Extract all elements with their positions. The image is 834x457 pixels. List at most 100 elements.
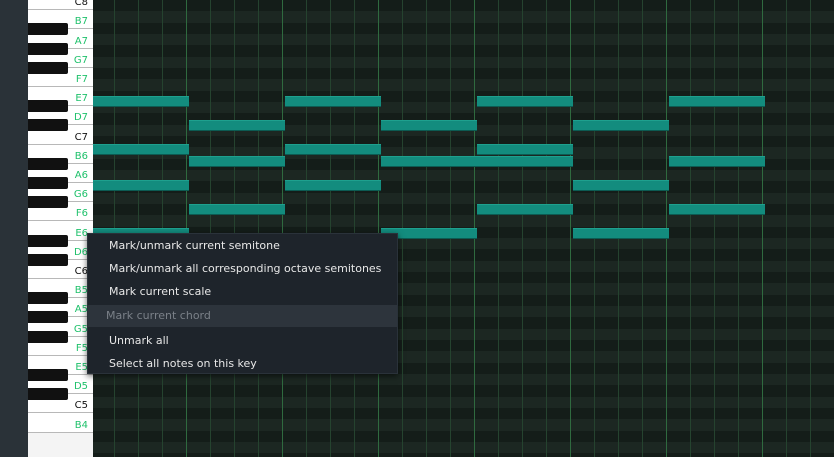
piano-key-label: E7: [75, 93, 88, 105]
piano-black-key[interactable]: [28, 369, 68, 381]
piano-black-key[interactable]: [28, 177, 68, 189]
piano-key-label: C5: [74, 400, 88, 412]
grid-row: [93, 11, 834, 23]
piano-black-key[interactable]: [28, 253, 68, 266]
grid-row: [93, 396, 834, 408]
grid-row: [93, 33, 834, 46]
piano-key-label: B5: [74, 285, 88, 297]
grid-line: [546, 0, 547, 457]
grid-row: [93, 373, 834, 386]
grid-row: [93, 169, 834, 182]
grid-row: [93, 79, 834, 91]
midi-note[interactable]: [669, 204, 765, 215]
midi-note[interactable]: [573, 228, 669, 239]
menu-item-select-notes-on-key[interactable]: Select all notes on this key: [88, 353, 397, 375]
grid-row: [93, 45, 834, 57]
grid-line: [738, 0, 739, 457]
piano-key-b4[interactable]: B4: [28, 413, 93, 433]
grid-row: [93, 135, 834, 148]
menu-item-mark-chord: Mark current chord: [88, 305, 397, 327]
menu-item-mark-scale[interactable]: Mark current scale: [88, 281, 397, 303]
piano-black-key[interactable]: [28, 234, 68, 247]
grid-line: [354, 0, 355, 457]
midi-note[interactable]: [573, 120, 669, 131]
piano-black-key[interactable]: [28, 42, 68, 55]
piano-black-key[interactable]: [28, 388, 68, 401]
grid-row: [93, 430, 834, 442]
piano-key-label: F7: [75, 73, 88, 85]
grid-line: [282, 0, 283, 457]
piano-key-label: C8: [74, 0, 88, 9]
midi-note[interactable]: [285, 96, 381, 107]
midi-note[interactable]: [669, 96, 765, 107]
piano-black-key[interactable]: [28, 61, 68, 74]
piano-black-key[interactable]: [28, 330, 68, 343]
midi-note[interactable]: [477, 96, 573, 107]
grid-line: [762, 0, 763, 457]
piano-black-key[interactable]: [28, 196, 68, 209]
piano-roll-grid[interactable]: [93, 0, 834, 457]
piano-black-key[interactable]: [28, 157, 68, 170]
grid-line: [810, 0, 811, 457]
midi-note[interactable]: [573, 180, 669, 191]
piano-key-label: A7: [74, 35, 88, 47]
grid-row: [93, 215, 834, 227]
midi-note[interactable]: [93, 144, 189, 155]
piano-key-label: C7: [74, 131, 88, 143]
midi-note[interactable]: [669, 156, 765, 167]
piano-black-key[interactable]: [28, 119, 68, 132]
menu-item-unmark-all[interactable]: Unmark all: [88, 330, 397, 352]
midi-note[interactable]: [189, 156, 285, 167]
grid-line: [714, 0, 715, 457]
midi-note[interactable]: [285, 180, 381, 191]
menu-item-mark-semitone[interactable]: Mark/unmark current semitone: [88, 235, 397, 257]
midi-note[interactable]: [189, 120, 285, 131]
grid-row: [93, 385, 834, 397]
midi-note[interactable]: [285, 144, 381, 155]
piano-key-label: D7: [73, 112, 88, 124]
midi-note[interactable]: [93, 180, 189, 191]
midi-note[interactable]: [477, 204, 573, 215]
midi-note[interactable]: [477, 156, 573, 167]
piano-black-key[interactable]: [28, 23, 68, 36]
grid-line: [786, 0, 787, 457]
grid-row: [93, 407, 834, 420]
left-toolbar-strip: [0, 0, 28, 457]
grid-row: [93, 192, 834, 204]
grid-row: [93, 419, 834, 431]
piano-key-label: D6: [73, 246, 88, 258]
piano-key-label: B6: [74, 150, 88, 162]
grid-row: [93, 56, 834, 68]
piano-black-key[interactable]: [28, 292, 68, 305]
piano-key-label: G5: [73, 323, 88, 335]
midi-note[interactable]: [381, 120, 477, 131]
grid-row: [93, 0, 834, 12]
midi-note[interactable]: [93, 96, 189, 107]
grid-line: [330, 0, 331, 457]
piano-black-key[interactable]: [28, 311, 68, 324]
grid-row: [93, 181, 834, 193]
grid-line: [690, 0, 691, 457]
grid-row: [93, 22, 834, 34]
piano-black-key[interactable]: [28, 100, 68, 113]
piano-key-label: F6: [75, 208, 88, 220]
menu-item-mark-octave-semitones[interactable]: Mark/unmark all corresponding octave sem…: [88, 258, 397, 280]
grid-row: [93, 453, 834, 457]
grid-line: [306, 0, 307, 457]
grid-row: [93, 67, 834, 80]
midi-note[interactable]: [189, 204, 285, 215]
grid-line: [234, 0, 235, 457]
grid-line: [258, 0, 259, 457]
piano-key-label: B7: [74, 16, 88, 28]
midi-note[interactable]: [477, 144, 573, 155]
piano-key-label: A6: [74, 169, 88, 181]
grid-line: [210, 0, 211, 457]
piano-key-c8[interactable]: C8: [28, 0, 93, 11]
piano-keyboard[interactable]: C8 B7 A7 G7 F7 E7 D7 C7 B6 A6 G6 F6 E6 D6 C6 B5 A5 G5 F5 E5…: [28, 0, 93, 457]
piano-key-label: G7: [73, 54, 88, 66]
grid-row: [93, 441, 834, 454]
piano-key-label: D5: [73, 381, 88, 393]
midi-note[interactable]: [381, 156, 477, 167]
key-context-menu: Mark/unmark current semitone Mark/unmark…: [87, 233, 398, 374]
piano-key-label: B4: [74, 419, 88, 431]
